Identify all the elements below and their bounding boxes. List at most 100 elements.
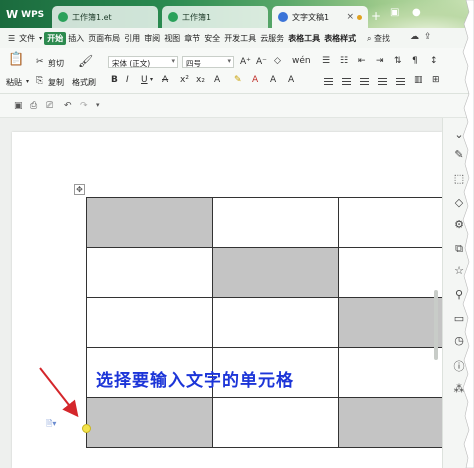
superscript-icon[interactable]: x² [180, 75, 189, 85]
paste-caret-icon[interactable]: ▾ [26, 78, 29, 85]
close-tab-icon[interactable]: × [346, 12, 354, 22]
print-icon[interactable]: ⎙ [30, 101, 37, 111]
menu-chapter[interactable]: 章节 [182, 33, 202, 44]
italic-button[interactable]: I [126, 75, 129, 85]
font-color-icon[interactable]: A [252, 75, 258, 85]
increase-indent-icon[interactable]: ⇥ [376, 56, 384, 66]
menu-references[interactable]: 引用 [122, 33, 142, 44]
align-left-icon[interactable] [324, 78, 333, 85]
redo-icon[interactable]: ↷ [80, 101, 88, 111]
table-cell[interactable] [86, 397, 213, 448]
font-name-select[interactable]: 宋体 (正文) ▾ [108, 56, 178, 68]
subscript-icon[interactable]: x₂ [196, 75, 205, 85]
settings-slider-icon[interactable]: ⚙ [452, 218, 466, 231]
font-size-select[interactable]: 四号 ▾ [182, 56, 234, 68]
undo-icon[interactable]: ↶ [64, 101, 72, 111]
menu-insert[interactable]: 插入 [66, 33, 86, 44]
paragraph-shading-icon[interactable]: ▥ [414, 75, 423, 85]
chevron-down-icon: ▾ [171, 57, 175, 65]
tab-workbook-et[interactable]: 工作簿1.et [52, 6, 158, 28]
star-icon[interactable]: ☆ [452, 264, 466, 277]
borders-icon[interactable]: ⊞ [432, 75, 440, 85]
numbered-list-icon[interactable]: ☷ [340, 56, 348, 66]
strikethrough-icon[interactable]: A [162, 75, 168, 85]
tab-document[interactable]: 文字文稿1 × [272, 6, 368, 28]
document-table[interactable] [86, 197, 465, 448]
char-border-icon[interactable]: A [270, 75, 276, 85]
inbox-icon[interactable]: ▭ [452, 312, 466, 325]
paste-label[interactable]: 粘贴 [6, 77, 22, 88]
bold-button[interactable]: B [111, 75, 118, 85]
user-avatar-icon[interactable]: ● [412, 7, 421, 18]
collapse-panel-icon[interactable]: ⌄ [452, 128, 466, 141]
share-icon[interactable]: ⇪ [424, 32, 432, 42]
menu-home[interactable]: 开始 [44, 31, 67, 45]
menu-page-layout[interactable]: 页面布局 [86, 33, 122, 44]
pen-icon[interactable]: ✎ [452, 148, 466, 161]
table-cell[interactable] [86, 197, 213, 248]
text-effect-icon[interactable]: A [214, 75, 220, 85]
cut-label[interactable]: 剪切 [48, 58, 64, 69]
show-marks-icon[interactable]: ¶ [412, 56, 418, 66]
table-cell[interactable] [212, 397, 339, 448]
highlight-icon[interactable]: ✎ [234, 75, 242, 85]
bullet-list-icon[interactable]: ☰ [322, 56, 330, 66]
format-painter-label[interactable]: 格式刷 [72, 77, 96, 88]
share-nodes-icon[interactable]: ⚲ [452, 288, 466, 301]
menu-security[interactable]: 安全 [202, 33, 222, 44]
phonetic-icon[interactable]: wén [292, 56, 311, 66]
menu-table-tools[interactable]: 表格工具 [286, 33, 322, 44]
menu-review[interactable]: 审阅 [142, 33, 162, 44]
align-right-icon[interactable] [360, 78, 369, 85]
sort-icon[interactable]: ⇅ [394, 56, 402, 66]
line-spacing-icon[interactable]: ↕ [430, 56, 438, 66]
clear-format-icon[interactable]: ◇ [274, 56, 281, 66]
distribute-icon[interactable] [396, 78, 405, 85]
window-layout-icon[interactable]: ▣ [390, 7, 399, 18]
menu-file[interactable]: 文件 [17, 33, 37, 44]
search-label: 查找 [374, 34, 391, 43]
grow-font-icon[interactable]: A⁺ [240, 57, 251, 67]
menu-table-style[interactable]: 表格样式 [322, 33, 358, 44]
table-cell[interactable] [212, 297, 339, 348]
shape-icon[interactable]: ◇ [452, 196, 466, 209]
copy-label[interactable]: 复制 [48, 77, 64, 88]
align-center-icon[interactable] [342, 78, 351, 85]
table-cell[interactable] [86, 247, 213, 298]
char-shading-icon[interactable]: A [288, 75, 294, 85]
history-icon[interactable]: ◷ [452, 334, 466, 347]
cut-icon[interactable]: ✂ [36, 57, 44, 67]
paste-icon[interactable]: 📋 [8, 52, 24, 67]
select-icon[interactable]: ⬚ [452, 172, 466, 185]
justify-icon[interactable] [378, 78, 387, 85]
cloud-sync-icon[interactable]: ☁ [410, 32, 419, 42]
new-tab-button[interactable]: + [371, 9, 381, 23]
underline-button[interactable]: U [141, 75, 148, 85]
copy-icon[interactable]: ⎘ [36, 76, 43, 86]
paragraph-layout-icon[interactable]: 🗎▾ [46, 418, 56, 432]
save-icon[interactable]: ▣ [14, 101, 23, 111]
menu-developer[interactable]: 开发工具 [222, 33, 258, 44]
menu-view[interactable]: 视图 [162, 33, 182, 44]
apps-grid-icon[interactable]: ⁂ [452, 382, 466, 395]
decrease-indent-icon[interactable]: ⇤ [358, 56, 366, 66]
customize-quick-access-icon[interactable]: ▾ [96, 101, 100, 109]
underline-caret-icon[interactable]: ▾ [150, 76, 153, 83]
scrollbar-thumb[interactable] [434, 290, 438, 360]
vertical-scrollbar[interactable] [434, 130, 439, 450]
info-icon[interactable]: ⓘ [452, 358, 466, 374]
table-cell[interactable] [86, 297, 213, 348]
tab-workbook[interactable]: 工作簿1 [162, 6, 268, 28]
wps-logo[interactable]: W WPS [6, 8, 44, 21]
menu-cloud[interactable]: 云服务 [258, 33, 286, 44]
print-preview-icon[interactable]: ⎚ [46, 101, 53, 111]
menu-file-caret-icon[interactable]: ▾ [37, 35, 44, 42]
table-move-handle-icon[interactable]: ✥ [74, 184, 85, 195]
hamburger-icon[interactable]: ☰ [6, 34, 17, 43]
search-button[interactable]: ⌕ 查找 [367, 33, 390, 44]
copy-doc-icon[interactable]: ⧉ [452, 242, 466, 256]
table-cell[interactable] [212, 247, 339, 298]
format-painter-icon[interactable]: 🖌 [78, 54, 93, 68]
shrink-font-icon[interactable]: A⁻ [256, 57, 267, 67]
table-cell[interactable] [212, 197, 339, 248]
